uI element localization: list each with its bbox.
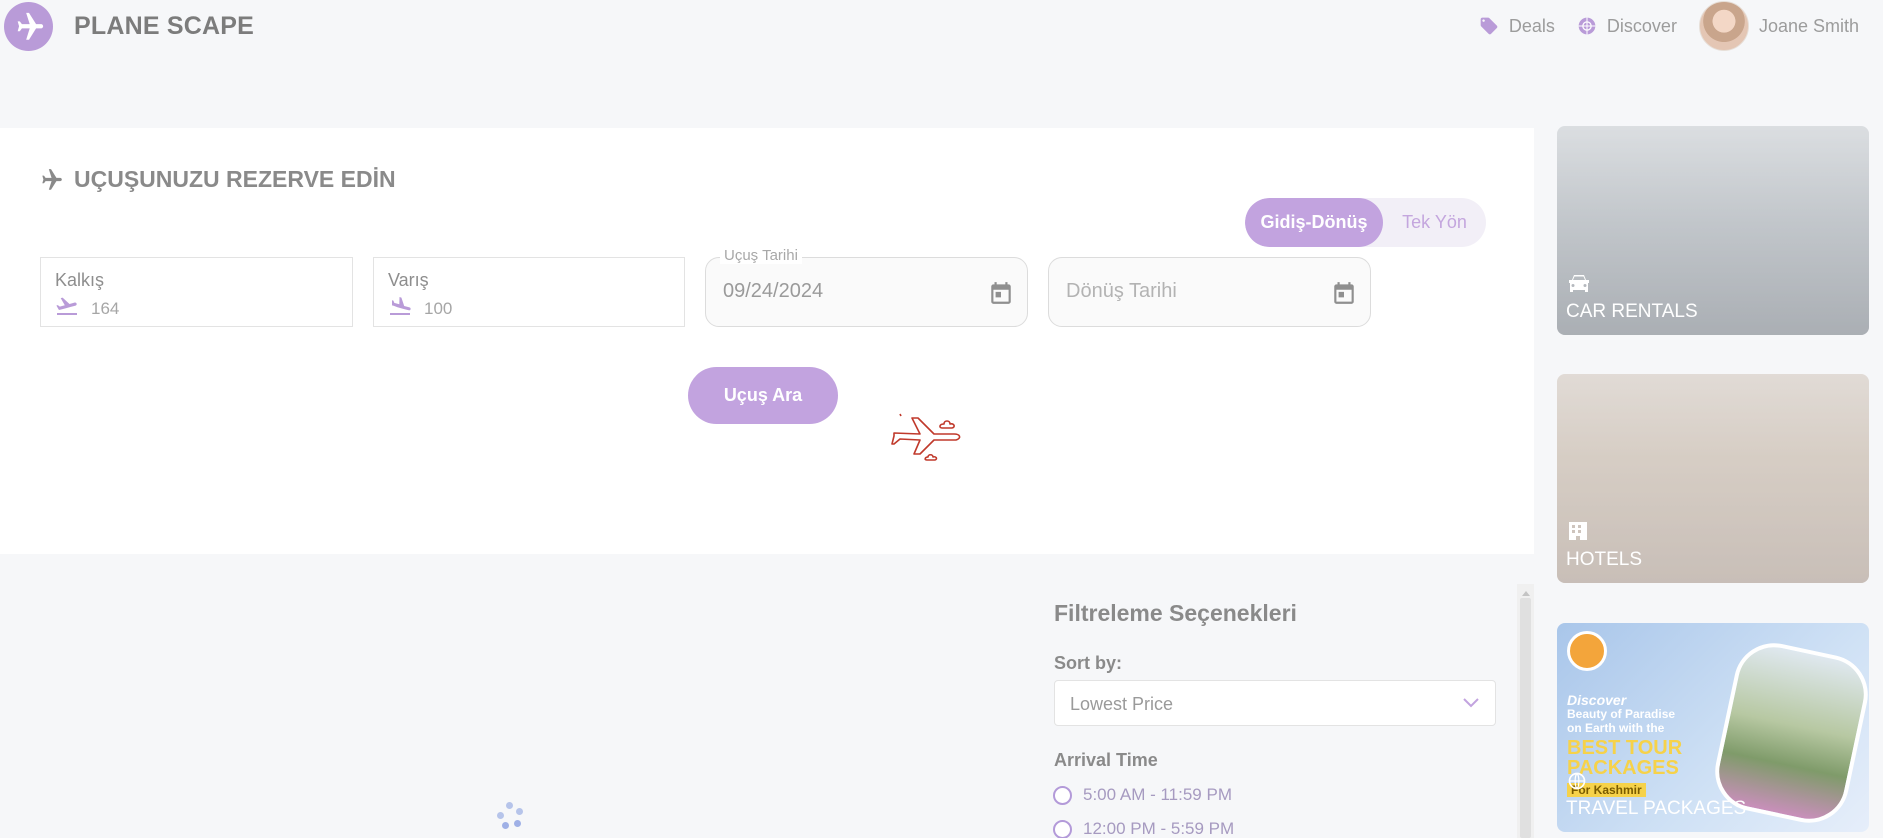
avatar[interactable] [1698, 1, 1749, 51]
plane-logo-icon[interactable] [4, 2, 53, 51]
radio-button[interactable] [1053, 819, 1072, 838]
nav-deals-label: Deals [1508, 15, 1555, 36]
plane-icon [38, 167, 64, 193]
arrival-option-morning[interactable]: 5:00 AM - 11:59 PM [1053, 785, 1232, 805]
booking-title-text: UÇUŞUNUZU REZERVE EDİN [74, 166, 396, 192]
user-name[interactable]: Joane Smith [1759, 16, 1859, 37]
top-header: PLANE SCAPE Deals Discover Joane Smith [0, 0, 1883, 54]
arrival-label: Varış [388, 270, 429, 290]
sort-select[interactable]: Lowest Price [1054, 680, 1496, 726]
tag-icon [1479, 16, 1499, 36]
booking-title: UÇUŞUNUZU REZERVE EDİN [38, 166, 396, 193]
flight-date-label: Uçuş Tarihi [720, 247, 802, 264]
departure-value: 164 [91, 298, 120, 318]
travel-packages-label: TRAVEL PACKAGES [1566, 798, 1747, 819]
travel-logo-badge [1567, 631, 1607, 671]
car-rentals-label: CAR RENTALS [1566, 301, 1698, 322]
globe-icon [1567, 771, 1587, 796]
booking-panel: UÇUŞUNUZU REZERVE EDİN Gidiş-Dönüş Tek Y… [0, 128, 1534, 554]
travel-ad-text: Discover Beauty of Paradise on Earth wit… [1567, 693, 1675, 735]
building-icon [1567, 520, 1589, 547]
chevron-down-icon [1461, 695, 1481, 716]
top-nav: Deals Discover Joane Smith [1479, 0, 1883, 52]
nav-discover-label: Discover [1606, 15, 1677, 36]
car-icon [1567, 274, 1591, 299]
arrival-option-label: 12:00 PM - 5:59 PM [1083, 819, 1235, 838]
travel-packages-card[interactable]: Discover Beauty of Paradise on Earth wit… [1557, 623, 1869, 832]
hotels-card[interactable]: HOTELS [1557, 374, 1869, 583]
results-scrollbar[interactable] [1517, 584, 1534, 838]
arrival-value: 100 [424, 298, 453, 318]
arrival-option-afternoon[interactable]: 12:00 PM - 5:59 PM [1053, 819, 1234, 838]
return-date-placeholder: Dönüş Tarihi [1066, 280, 1177, 302]
loading-spinner-icon [496, 800, 526, 830]
flight-date-field[interactable]: Uçuş Tarihi 09/24/2024 [705, 247, 1028, 327]
calendar-icon[interactable] [988, 280, 1014, 311]
departure-field[interactable]: Kalkış 164 [40, 257, 353, 327]
search-flights-button[interactable]: Uçuş Ara [688, 367, 838, 424]
car-rentals-card[interactable]: CAR RENTALS [1557, 126, 1869, 335]
departure-label: Kalkış [55, 270, 105, 290]
hotels-label: HOTELS [1566, 549, 1643, 570]
radio-button[interactable] [1053, 785, 1072, 805]
calendar-icon[interactable] [1331, 280, 1357, 311]
takeoff-icon [55, 296, 79, 321]
globe-icon [1577, 16, 1597, 36]
nav-discover[interactable]: Discover [1577, 16, 1677, 37]
nav-deals[interactable]: Deals [1479, 16, 1555, 37]
sort-by-label: Sort by: [1054, 653, 1123, 673]
round-trip-button[interactable]: Gidiş-Dönüş [1245, 198, 1383, 247]
trip-type-toggle: Gidiş-Dönüş Tek Yön [1245, 198, 1486, 247]
sort-select-value: Lowest Price [1070, 694, 1174, 714]
travel-ad-line2: Beauty of Paradise [1567, 707, 1676, 721]
one-way-button[interactable]: Tek Yön [1383, 198, 1486, 247]
arrival-time-label: Arrival Time [1054, 750, 1158, 770]
travel-ad-line3: on Earth with the [1567, 721, 1665, 735]
arrival-option-label: 5:00 AM - 11:59 PM [1083, 785, 1232, 804]
travel-ad-line1: Discover [1567, 692, 1627, 708]
scroll-thumb[interactable] [1520, 598, 1531, 838]
brand-name[interactable]: PLANE SCAPE [74, 12, 254, 41]
loading-plane-icon [890, 408, 970, 469]
arrival-field[interactable]: Varış 100 [373, 257, 685, 327]
travel-ad-big1: BEST TOUR [1567, 737, 1683, 759]
flight-date-value: 09/24/2024 [723, 280, 824, 302]
filter-options-title: Filtreleme Seçenekleri [1054, 600, 1297, 626]
return-date-field[interactable]: Dönüş Tarihi [1048, 257, 1371, 327]
landing-icon [388, 296, 412, 321]
